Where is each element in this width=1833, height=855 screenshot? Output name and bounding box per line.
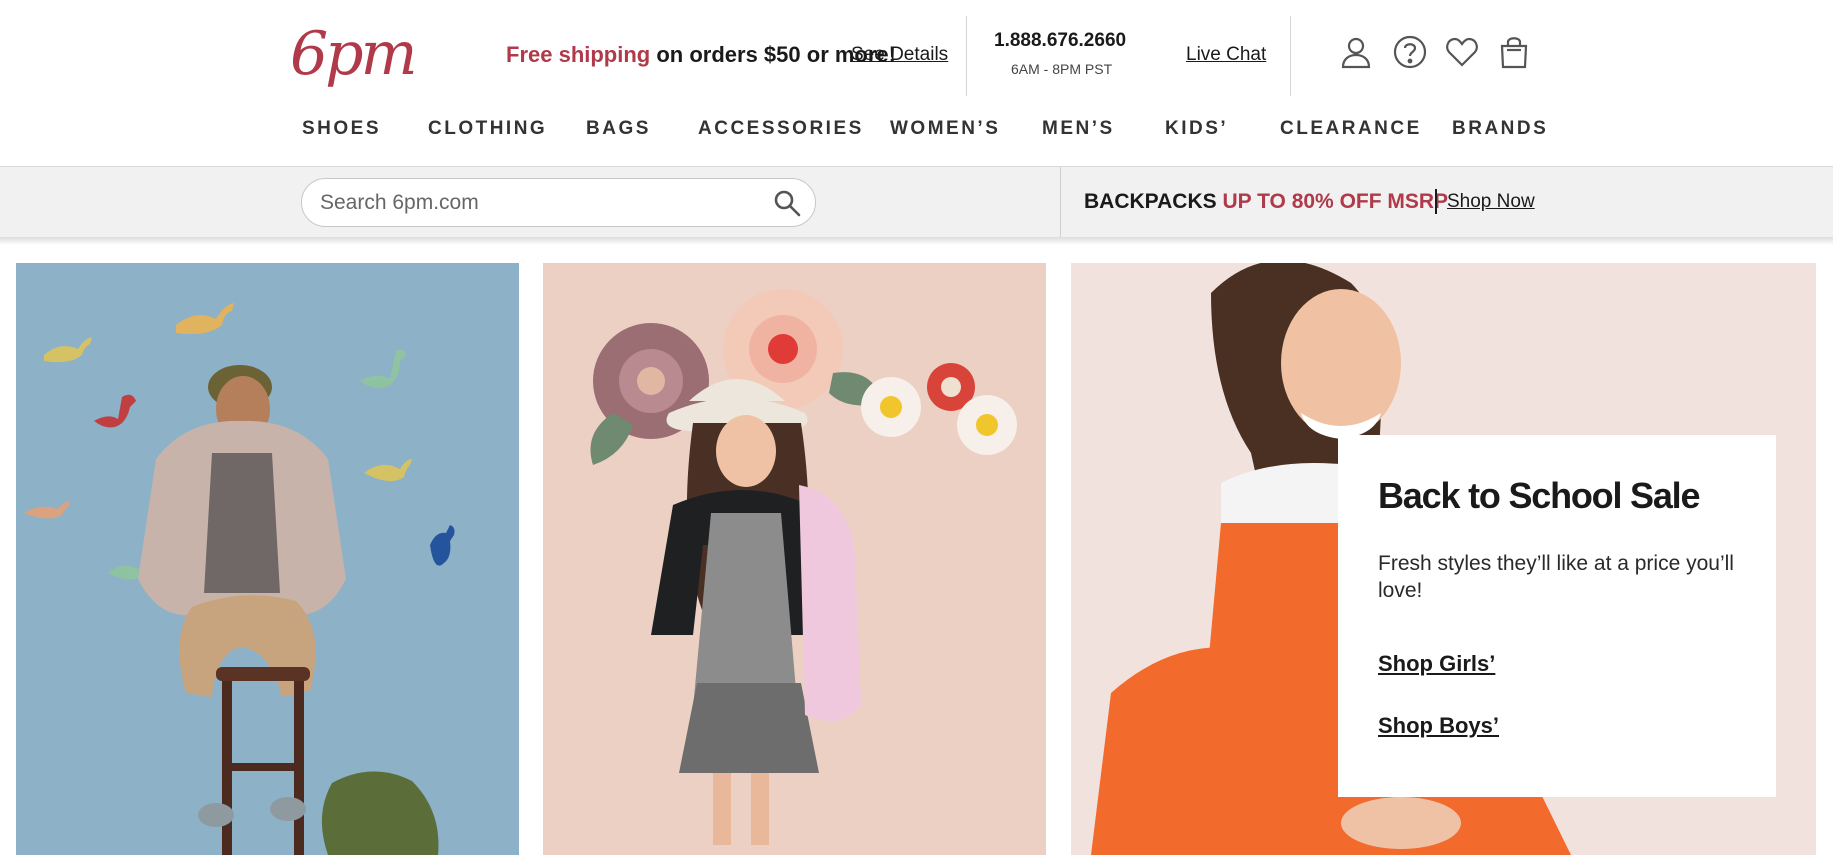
- promo-message: BACKPACKS UP TO 80% OFF MSRP: [1084, 190, 1448, 214]
- nav-item-shoes[interactable]: SHOES: [302, 118, 381, 140]
- sale-card-text: Fresh styles they’ll like at a price you…: [1378, 552, 1734, 602]
- header-divider: [966, 16, 967, 96]
- nav-item-mens[interactable]: MEN’S: [1042, 118, 1115, 140]
- shopping-bag-icon[interactable]: [1496, 34, 1532, 70]
- hero-image-girls[interactable]: [543, 263, 1046, 855]
- main-nav: SHOES CLOTHING BAGS ACCESSORIES WOMEN’S …: [0, 118, 1833, 154]
- nav-item-accessories[interactable]: ACCESSORIES: [698, 118, 864, 140]
- live-chat-link[interactable]: Live Chat: [1186, 44, 1266, 66]
- sale-card: Back to School Sale Fresh styles they’ll…: [1338, 435, 1776, 797]
- nav-item-kids[interactable]: KIDS’: [1165, 118, 1228, 140]
- site-header: 6pm Free shipping on orders $50 or more!…: [0, 0, 1833, 106]
- see-details-link[interactable]: See Details: [851, 44, 948, 66]
- support-hours: 6AM - 8PM PST: [1011, 61, 1113, 77]
- shop-boys-link[interactable]: Shop Boys’: [1378, 713, 1499, 739]
- promo-discount: UP TO 80% OFF MSRP: [1222, 190, 1449, 213]
- search-box: [301, 178, 816, 227]
- header-divider: [1290, 16, 1291, 96]
- search-band: [0, 167, 1833, 237]
- nav-item-clearance[interactable]: CLEARANCE: [1280, 118, 1422, 140]
- nav-item-womens[interactable]: WOMEN’S: [890, 118, 1000, 140]
- promo-category: BACKPACKS: [1084, 190, 1223, 213]
- search-band-shadow: [0, 237, 1833, 245]
- site-logo[interactable]: 6pm: [290, 12, 418, 96]
- help-icon[interactable]: [1392, 34, 1428, 70]
- nav-item-bags[interactable]: BAGS: [586, 118, 651, 140]
- shop-now-link[interactable]: Shop Now: [1447, 191, 1535, 213]
- nav-item-brands[interactable]: BRANDS: [1452, 118, 1548, 140]
- hero-image-boys[interactable]: [16, 263, 519, 855]
- nav-item-clothing[interactable]: CLOTHING: [428, 118, 547, 140]
- search-band-divider: [1060, 167, 1061, 237]
- free-shipping-message: Free shipping on orders $50 or more!: [506, 42, 896, 68]
- favorites-heart-icon[interactable]: [1444, 34, 1480, 70]
- promo-divider: [1435, 189, 1437, 214]
- phone-number[interactable]: 1.888.676.2660: [994, 30, 1126, 52]
- search-icon[interactable]: [773, 189, 801, 217]
- account-icon[interactable]: [1338, 34, 1374, 70]
- shop-girls-link[interactable]: Shop Girls’: [1378, 651, 1495, 677]
- search-input[interactable]: [320, 179, 760, 226]
- sale-card-title: Back to School Sale: [1378, 475, 1701, 516]
- free-shipping-highlight: Free shipping: [506, 42, 651, 67]
